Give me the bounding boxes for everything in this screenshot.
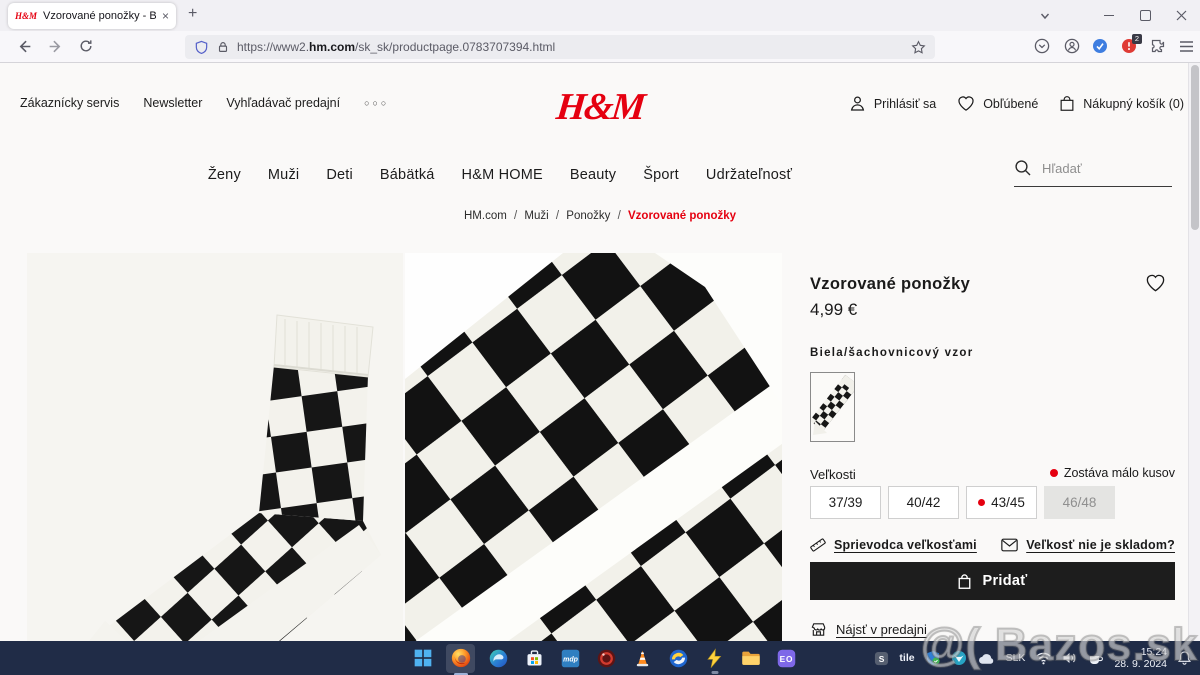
taskbar-explorer-icon[interactable] (738, 646, 763, 671)
extension-badge: 2 (1132, 34, 1142, 44)
bookmark-star-icon[interactable] (911, 40, 926, 55)
back-button[interactable] (16, 38, 33, 55)
forward-button[interactable] (47, 38, 64, 55)
red-extension-icon[interactable]: 2 (1121, 38, 1137, 54)
person-icon (848, 94, 867, 113)
tray-s-app-icon[interactable]: S (874, 651, 889, 666)
reload-button[interactable] (78, 38, 94, 54)
svg-text:mdp: mdp (563, 656, 579, 663)
size-button-46-48[interactable]: 46/48 (1044, 486, 1115, 519)
breadcrumb: HM.com / Muži / Ponožky / Vzorované pono… (0, 210, 1200, 222)
sign-in-link[interactable]: Prihlásiť sa (848, 94, 936, 113)
low-stock-warning: Zostáva málo kusov (1050, 466, 1175, 480)
nav-sport[interactable]: Šport (643, 167, 679, 183)
tab-close-icon[interactable]: × (162, 9, 169, 23)
size-selector: 37/39 40/42 43/45 46/48 (810, 486, 1115, 519)
product-images (27, 253, 782, 641)
page-content: Zákaznícky servis Newsletter Vyhľadávač … (0, 63, 1200, 641)
account-actions: Prihlásiť sa Obľúbené Nákupný košík (0) (848, 94, 1184, 113)
size-button-37-39[interactable]: 37/39 (810, 486, 881, 519)
search-input[interactable]: Hľadať (1014, 159, 1172, 187)
nav-udrzatelnost[interactable]: Udržateľnosť (706, 167, 792, 183)
svg-text:EO: EO (780, 654, 794, 664)
window-minimize-button[interactable] (1094, 0, 1124, 31)
main-nav: Ženy Muži Deti Bábätká H&M HOME Beauty Š… (0, 167, 1000, 183)
taskbar-mdp-icon[interactable]: mdp (558, 646, 583, 671)
taskbar-red-app-icon[interactable] (594, 646, 619, 671)
bag-icon (957, 573, 972, 590)
ruler-icon (810, 537, 826, 553)
product-photo-closeup[interactable] (405, 253, 782, 641)
taskbar-eo-app-icon[interactable]: EO (774, 646, 799, 671)
nav-muzi[interactable]: Muži (268, 167, 299, 183)
shopping-bag-icon (1058, 94, 1076, 113)
taskbar-firefox-icon[interactable] (446, 644, 475, 673)
taskbar-lightning-app-icon[interactable] (702, 646, 727, 671)
nav-zeny[interactable]: Ženy (208, 167, 241, 183)
cart-link[interactable]: Nákupný košík (0) (1058, 94, 1184, 113)
favourites-link[interactable]: Obľúbené (956, 94, 1038, 113)
running-app-indicator (711, 671, 718, 674)
account-icon[interactable] (1064, 38, 1080, 54)
breadcrumb-home[interactable]: HM.com (464, 210, 507, 222)
size-not-in-stock-link[interactable]: Veľkosť nie je skladom? (1001, 537, 1175, 553)
tracking-shield-icon[interactable] (194, 40, 209, 55)
store-icon (810, 621, 827, 638)
size-button-40-42[interactable]: 40/42 (888, 486, 959, 519)
breadcrumb-muzi[interactable]: Muži (524, 210, 548, 222)
url-text[interactable]: https://www2.hm.com/sk_sk/productpage.07… (237, 40, 555, 54)
wishlist-heart-button[interactable] (1144, 272, 1167, 294)
lock-icon[interactable] (216, 40, 230, 54)
window-close-button[interactable] (1166, 0, 1196, 31)
search-placeholder: Hľadať (1042, 161, 1082, 176)
tab-title: Vzorované ponožky - Biela/károvaná (43, 10, 156, 22)
size-button-43-45[interactable]: 43/45 (966, 486, 1037, 519)
color-swatch-thumbnail[interactable] (810, 372, 855, 442)
svg-text:S: S (879, 653, 885, 663)
size-guide-link[interactable]: Sprievodca veľkosťami (810, 537, 977, 553)
taskbar-apps: mdp EO (410, 641, 799, 675)
browser-tabbar: H&M Vzorované ponožky - Biela/károvaná ×… (0, 0, 1200, 31)
taskbar-vlc-icon[interactable] (630, 646, 655, 671)
nav-deti[interactable]: Deti (326, 167, 353, 183)
product-color: Biela/šachovnicový vzor (810, 347, 974, 359)
screen: H&M Vzorované ponožky - Biela/károvaná ×… (0, 0, 1200, 675)
add-to-bag-button[interactable]: Pridať (810, 562, 1175, 600)
envelope-icon (1001, 538, 1018, 552)
tray-tile-label[interactable]: tile (899, 652, 914, 664)
low-stock-dot (978, 499, 985, 506)
heart-icon (956, 94, 976, 113)
breadcrumb-current: Vzorované ponožky (628, 210, 736, 222)
product-price: 4,99 € (810, 300, 857, 320)
find-in-store-link[interactable]: Nájsť v predajni (810, 621, 927, 638)
blue-extension-icon[interactable] (1092, 38, 1108, 54)
search-icon (1014, 159, 1032, 177)
nav-beauty[interactable]: Beauty (570, 167, 616, 183)
nav-babatka[interactable]: Bábätká (380, 167, 435, 183)
pocket-icon[interactable] (1034, 38, 1050, 54)
menu-hamburger-icon[interactable] (1179, 40, 1194, 53)
breadcrumb-ponozky[interactable]: Ponožky (566, 210, 610, 222)
new-tab-button[interactable]: + (188, 5, 197, 23)
page-scrollbar[interactable] (1188, 63, 1200, 641)
start-button[interactable] (410, 646, 435, 671)
browser-tab[interactable]: H&M Vzorované ponožky - Biela/károvaná × (8, 3, 176, 29)
taskbar-edge-icon[interactable] (486, 646, 511, 671)
url-bar[interactable]: https://www2.hm.com/sk_sk/productpage.07… (185, 35, 935, 59)
product-photo-sock[interactable] (27, 253, 403, 641)
taskbar-store-icon[interactable] (522, 646, 547, 671)
sizes-label: Veľkosti (810, 467, 856, 482)
bazos-watermark: @( Bazos.sk (921, 619, 1198, 671)
low-stock-dot (1050, 469, 1058, 477)
taskbar-swirl-app-icon[interactable] (666, 646, 691, 671)
browser-toolbar: https://www2.hm.com/sk_sk/productpage.07… (0, 31, 1200, 63)
tab-list-chevron-icon[interactable] (1030, 0, 1060, 31)
size-links: Sprievodca veľkosťami Veľkosť nie je skl… (810, 537, 1175, 553)
extensions-puzzle-icon[interactable] (1150, 38, 1166, 54)
hm-favicon-icon: H&M (15, 11, 37, 21)
nav-hm-home[interactable]: H&M HOME (462, 167, 543, 183)
product-title: Vzorované ponožky (810, 275, 970, 294)
window-maximize-button[interactable] (1130, 0, 1160, 31)
